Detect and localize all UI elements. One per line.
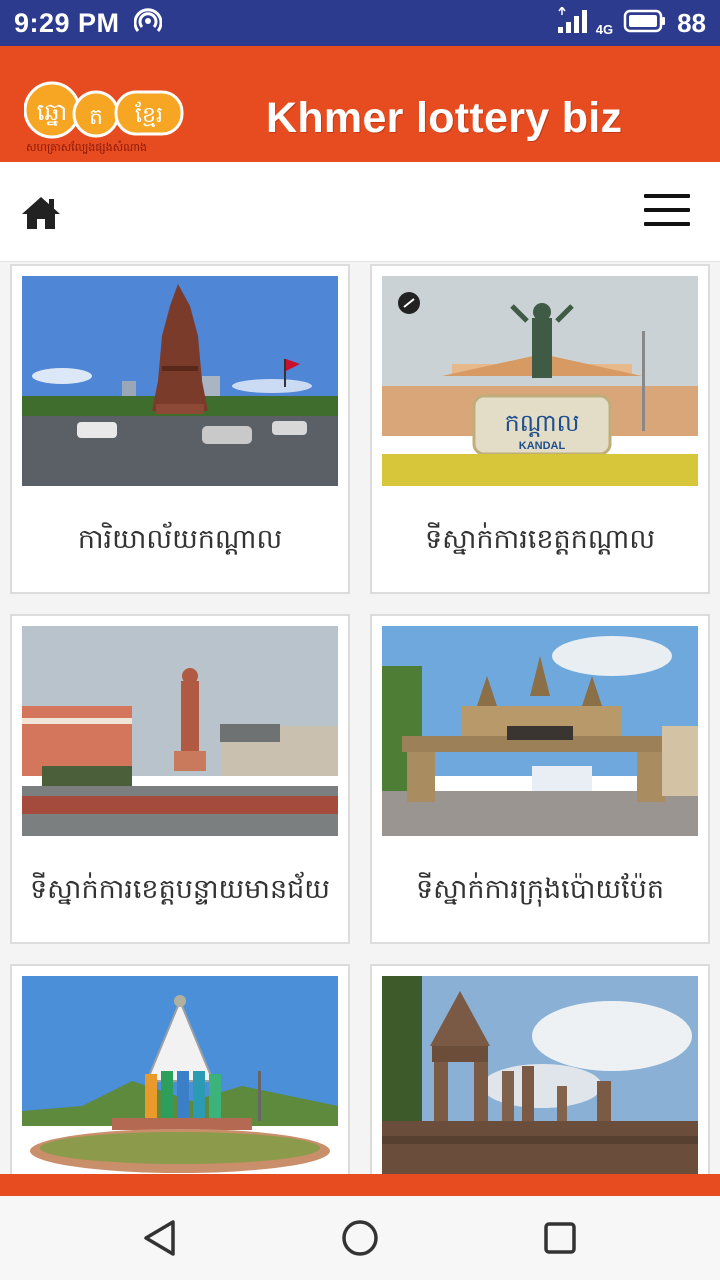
- back-triangle-icon[interactable]: [138, 1216, 182, 1260]
- svg-text:ឆ្នោ: ឆ្នោ: [37, 98, 67, 126]
- card-head-office[interactable]: ការិយាល័យកណ្តាល: [10, 264, 350, 594]
- network-type: 4G: [595, 21, 614, 37]
- poipet-gate-photo: [382, 626, 698, 836]
- hotspot-icon: [133, 7, 163, 39]
- battery-icon: [623, 8, 667, 38]
- nav-bar: [0, 162, 720, 262]
- banteay-meanchey-statue-photo: [22, 626, 338, 836]
- hamburger-menu-icon[interactable]: [644, 194, 692, 230]
- app-screen: 9:29 PM 4G 88 ឆ្នោ ត ខ្មែរ សហគ្រាសល្បែងផ…: [0, 0, 720, 1280]
- kandal-sign-latin: KANDAL: [519, 440, 566, 452]
- app-logo: ឆ្នោ ត ខ្មែរ សហគ្រាសល្បែងផ្សងសំណាង: [23, 80, 184, 154]
- bottom-accent-strip: [0, 1174, 720, 1196]
- status-time: 9:29 PM: [14, 7, 120, 38]
- card-label: ទីស្នាក់ការខេត្តកណ្តាល: [424, 523, 656, 555]
- kandal-statue-photo: កណ្ដាល KANDAL: [382, 276, 698, 486]
- svg-text:សហគ្រាសល្បែងផ្សងសំណាង: សហគ្រាសល្បែងផ្សងសំណាង: [26, 140, 147, 154]
- svg-text:ត: ត: [89, 105, 103, 130]
- roundabout-statue-photo: [22, 976, 338, 1174]
- home-circle-icon[interactable]: [338, 1216, 382, 1260]
- card-label: ការិយាល័យកណ្តាល: [77, 523, 283, 555]
- recents-square-icon[interactable]: [538, 1216, 582, 1260]
- signal-icon: [556, 5, 592, 39]
- home-icon[interactable]: [20, 194, 62, 232]
- card-roundabout[interactable]: [10, 964, 350, 1174]
- card-kandal[interactable]: កណ្ដាល KANDAL ទីស្នាក់ការខេត្តកណ្តាល: [370, 264, 710, 594]
- card-banteay-meanchey[interactable]: ទីស្នាក់ការខេត្តបន្ទាយមានជ័យ: [10, 614, 350, 944]
- battery-level: 88: [677, 7, 706, 38]
- card-label: ទីស្នាក់ការក្រុងប៉ោយប៉ែត: [416, 873, 664, 905]
- preah-vihear-temple-photo: [382, 976, 698, 1174]
- branch-grid: ការិយាល័យកណ្តាល កណ្ដាល KANDAL ទីស្នាក់កា…: [0, 264, 720, 1174]
- card-preah-vihear[interactable]: [370, 964, 710, 1174]
- app-title: Khmer lottery biz: [266, 94, 623, 142]
- card-label: ទីស្នាក់ការខេត្តបន្ទាយមានជ័យ: [30, 873, 330, 905]
- kandal-sign-text: កណ្ដាល: [505, 409, 580, 437]
- independence-monument-photo: [22, 276, 338, 486]
- card-poipet[interactable]: ទីស្នាក់ការក្រុងប៉ោយប៉ែត: [370, 614, 710, 944]
- system-nav-bar: [0, 1196, 720, 1280]
- status-bar: 9:29 PM 4G 88: [0, 0, 720, 46]
- brand-banner: ឆ្នោ ត ខ្មែរ សហគ្រាសល្បែងផ្សងសំណាង Khmer…: [0, 46, 720, 162]
- svg-text:ខ្មែរ: ខ្មែរ: [135, 101, 163, 128]
